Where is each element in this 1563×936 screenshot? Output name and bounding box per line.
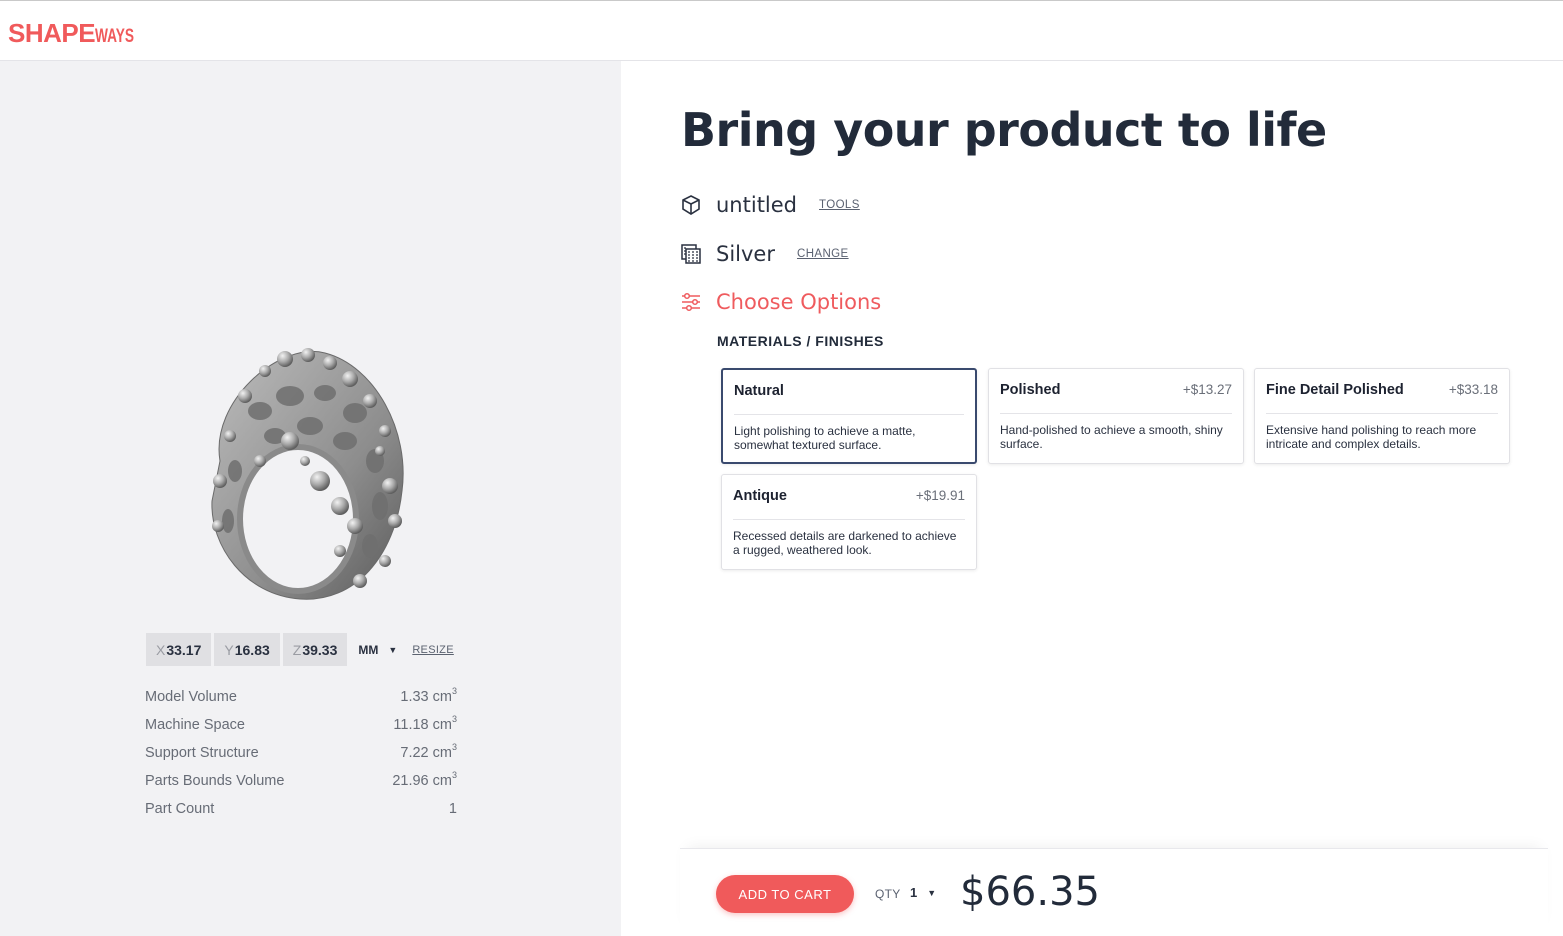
stat-row: Support Structure 7.22 cm3 [145,739,457,767]
dimension-x-value: 33.17 [166,641,202,658]
cube-icon [679,193,703,217]
unit-dropdown[interactable]: MM ▼ [358,643,397,657]
material-swatch-icon [679,242,703,266]
model-stats: Model Volume 1.33 cm3 Machine Space 11.1… [145,683,457,823]
finish-option-natural[interactable]: Natural Light polishing to achieve a mat… [721,368,977,464]
finish-price: +$33.18 [1448,382,1498,397]
dimension-y-value: 16.83 [234,641,270,658]
stat-value: 1 [448,801,457,817]
qty-value: 1 [910,885,918,900]
stat-row: Machine Space 11.18 cm3 [145,711,457,739]
finish-description: Light polishing to achieve a matte, some… [734,424,916,452]
stat-row: Model Volume 1.33 cm3 [145,683,457,711]
chevron-down-icon: ▼ [388,644,398,655]
stat-label: Model Volume [145,689,237,705]
stat-row: Parts Bounds Volume 21.96 cm3 [145,767,457,795]
logo-main-text: SHAPE [8,18,96,48]
finish-price: +$19.91 [915,488,965,503]
dimension-x-axis: X [156,641,166,658]
stat-value: 7.22 cm3 [400,742,457,761]
finish-name: Natural [734,383,784,399]
finish-description: Extensive hand polishing to reach more i… [1266,423,1477,451]
finish-name: Fine Detail Polished [1266,382,1404,398]
finish-header: Polished +$13.27 [1000,382,1232,414]
finish-header: Natural [734,383,964,415]
materials-finishes-heading: MATERIALS / FINISHES [717,333,884,349]
resize-link[interactable]: RESIZE [412,644,454,656]
finish-name: Antique [733,488,787,504]
product-config-panel: Bring your product to life untitled TOOL… [621,61,1563,936]
stat-label: Parts Bounds Volume [145,773,285,789]
qty-label: QTY [875,887,901,901]
material-name: Silver [716,242,775,266]
logo-tail-text: WAYS [95,26,135,47]
choose-options-row[interactable]: Choose Options [679,290,881,314]
dimension-z[interactable]: Z 39.33 [282,633,348,666]
sliders-icon [679,290,703,314]
dimension-y[interactable]: Y 16.83 [214,633,280,666]
dimension-y-axis: Y [224,641,234,658]
chevron-down-icon: ▼ [927,887,937,898]
finish-price: +$13.27 [1182,382,1232,397]
top-bar: SHAPE WAYS [0,0,1563,61]
finish-description: Hand-polished to achieve a smooth, shiny… [1000,423,1223,451]
finish-description: Recessed details are darkened to achieve… [733,529,957,557]
total-price: $66.35 [960,869,1100,915]
stat-label: Part Count [145,801,215,817]
dimension-x[interactable]: X 33.17 [146,633,212,666]
dimension-bar: X 33.17 Y 16.83 Z 39.33 MM ▼ RESIZE [146,633,454,666]
finish-header: Antique +$19.91 [733,488,965,520]
stat-label: Support Structure [145,745,259,761]
change-material-link[interactable]: CHANGE [797,248,849,260]
model-row: untitled TOOLS [679,193,860,217]
shapeways-logo[interactable]: SHAPE WAYS [8,18,149,48]
material-row: Silver CHANGE [679,242,849,266]
stat-value: 11.18 cm3 [393,714,457,733]
stat-value: 21.96 cm3 [392,770,457,789]
unit-value: MM [358,642,379,657]
model-viewer-panel: X 33.17 Y 16.83 Z 39.33 MM ▼ RESIZE Mode… [0,61,621,936]
dimension-z-axis: Z [292,641,302,658]
qty-dropdown[interactable]: 1 ▼ [910,885,936,900]
stat-value: 1.33 cm3 [400,686,457,705]
dimension-z-value: 39.33 [302,641,338,658]
stat-label: Machine Space [145,717,245,733]
page-title: Bring your product to life [681,103,1327,157]
tools-link[interactable]: TOOLS [819,199,860,211]
finish-header: Fine Detail Polished +$33.18 [1266,382,1498,414]
finish-option-fine-detail-polished[interactable]: Fine Detail Polished +$33.18 Extensive h… [1254,368,1510,464]
ring-model-render[interactable] [190,341,420,606]
finish-name: Polished [1000,382,1061,398]
checkout-bar: ADD TO CART QTY 1 ▼ $66.35 [680,848,1548,936]
choose-options-label: Choose Options [716,290,882,314]
finish-option-polished[interactable]: Polished +$13.27 Hand-polished to achiev… [988,368,1244,464]
finish-option-antique[interactable]: Antique +$19.91 Recessed details are dar… [721,474,977,570]
model-name: untitled [716,193,798,217]
add-to-cart-button[interactable]: ADD TO CART [716,875,854,913]
stat-row: Part Count 1 [145,795,457,823]
